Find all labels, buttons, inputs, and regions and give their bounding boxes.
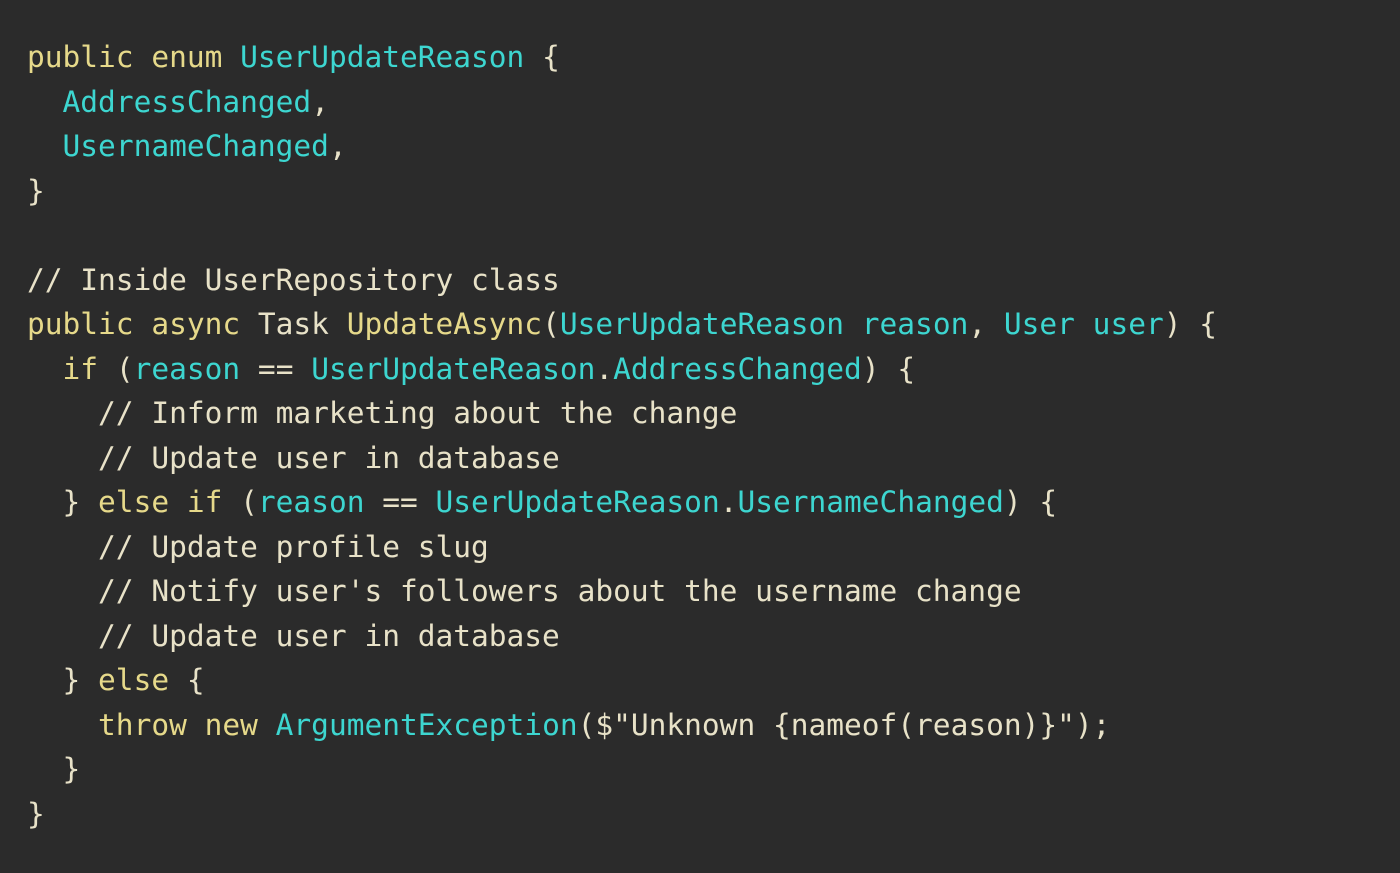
code-token-plain: , <box>328 129 347 163</box>
code-token-kw: if <box>62 351 116 386</box>
code-token-type: UserUpdateReason <box>240 40 525 74</box>
code-editor[interactable]: public enum UserUpdateReason { AddressCh… <box>0 0 1400 873</box>
code-token-plain: { <box>169 663 205 697</box>
code-line: // Update profile slug <box>27 525 1217 570</box>
code-token-plain: ( <box>115 351 134 386</box>
code-token-plain: { <box>524 40 560 74</box>
code-token-plain: ) { <box>1003 485 1058 519</box>
code-token-plain: , <box>968 307 1004 341</box>
code-line: } <box>27 169 1217 214</box>
code-token-plain: . <box>719 485 738 519</box>
code-token-plain: } <box>27 796 45 831</box>
code-token-type: UserUpdateReason <box>311 351 596 386</box>
code-token-kw: else if <box>98 485 241 519</box>
code-token-plain: Task <box>257 307 347 341</box>
code-token-comment: // Notify user's followers about the use… <box>27 574 1022 608</box>
code-token-comment: // Update user in database <box>27 440 560 475</box>
code-block[interactable]: public enum UserUpdateReason { AddressCh… <box>27 35 1217 836</box>
code-token-plain: ) { <box>1163 307 1218 341</box>
code-line: } <box>27 747 1217 792</box>
code-token-type: AddressChanged <box>62 84 312 119</box>
code-token-type: UsernameChanged <box>737 485 1004 519</box>
code-line: } else if (reason == UserUpdateReason.Us… <box>27 480 1217 525</box>
code-token-kw: public enum <box>27 40 241 74</box>
code-token-type: User user <box>1003 307 1164 341</box>
code-token-plain: == <box>364 485 436 519</box>
code-token-plain: } <box>27 173 45 208</box>
code-token-plain: ) { <box>861 351 916 386</box>
code-token-type: reason <box>257 485 365 519</box>
code-token-kw: throw new <box>98 707 276 742</box>
code-token-type: AddressChanged <box>613 351 862 386</box>
code-token-kw: public async <box>27 307 258 341</box>
code-line: // Update user in database <box>27 614 1217 659</box>
code-token-comment: // Update user in database <box>27 618 560 653</box>
code-token-plain: ( <box>240 485 258 519</box>
code-token-type: reason <box>133 351 241 386</box>
code-token-plain: } <box>27 485 99 519</box>
code-line: UsernameChanged, <box>27 124 1217 169</box>
code-token-comment: // Update profile slug <box>27 529 489 564</box>
code-line: // Notify user's followers about the use… <box>27 569 1217 614</box>
code-token-type: UserUpdateReason <box>435 485 720 519</box>
code-token-plain: . <box>595 351 614 386</box>
code-token-comment: // Inform marketing about the change <box>27 396 738 430</box>
code-token-str: ($"Unknown {nameof(reason)}"); <box>577 707 1111 742</box>
code-line: public async Task UpdateAsync(UserUpdate… <box>27 302 1217 347</box>
code-line: } <box>27 792 1217 837</box>
code-token-kw: else <box>98 663 170 697</box>
code-line: // Inform marketing about the change <box>27 391 1217 436</box>
code-token-comment: // Inside UserRepository class <box>27 262 560 297</box>
code-token-plain: } <box>27 663 99 697</box>
code-token-type: UsernameChanged <box>62 129 329 163</box>
code-line: // Update user in database <box>27 436 1217 481</box>
code-line: } else { <box>27 658 1217 703</box>
code-token-fn: UpdateAsync <box>346 307 543 341</box>
code-line: throw new ArgumentException($"Unknown {n… <box>27 703 1217 748</box>
code-token-plain: == <box>240 351 312 386</box>
code-token-type: UserUpdateReason reason <box>559 307 969 341</box>
code-line: AddressChanged, <box>27 80 1217 125</box>
code-token-plain: , <box>311 84 329 119</box>
code-token-plain: ( <box>542 307 560 341</box>
code-line: public enum UserUpdateReason { <box>27 35 1217 80</box>
code-token-plain: } <box>27 752 81 786</box>
code-line: if (reason == UserUpdateReason.AddressCh… <box>27 347 1217 392</box>
code-line: // Inside UserRepository class <box>27 258 1217 303</box>
code-token-type: ArgumentException <box>275 707 578 742</box>
